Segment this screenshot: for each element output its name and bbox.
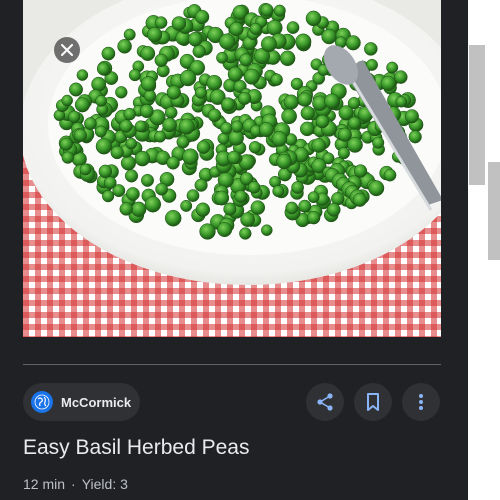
close-button[interactable] <box>54 37 80 63</box>
bookmark-icon <box>367 393 379 411</box>
page-scrollbar-thumb[interactable] <box>488 162 500 260</box>
cook-time: 12 min <box>23 476 66 492</box>
recipe-panel: McCormick Easy Basil Herbed Peas 12 min ·… <box>0 0 468 500</box>
share-icon <box>317 393 333 411</box>
more-options-button[interactable] <box>402 383 440 421</box>
globe-icon <box>31 391 53 413</box>
recipe-image[interactable] <box>23 0 441 337</box>
recipe-yield: Yield: 3 <box>81 476 128 492</box>
recipe-meta: 12 min · Yield: 3 <box>23 476 128 492</box>
divider <box>23 364 441 365</box>
meta-separator: · <box>71 476 76 492</box>
share-button[interactable] <box>306 383 344 421</box>
recipe-title: Easy Basil Herbed Peas <box>23 436 250 459</box>
source-chip[interactable]: McCormick <box>23 383 140 421</box>
close-icon <box>61 44 73 56</box>
source-name: McCormick <box>61 394 132 410</box>
scrollbar-thumb[interactable] <box>469 45 485 185</box>
more-vert-icon <box>419 394 423 410</box>
bookmark-button[interactable] <box>354 383 392 421</box>
peas-photo <box>23 0 441 337</box>
